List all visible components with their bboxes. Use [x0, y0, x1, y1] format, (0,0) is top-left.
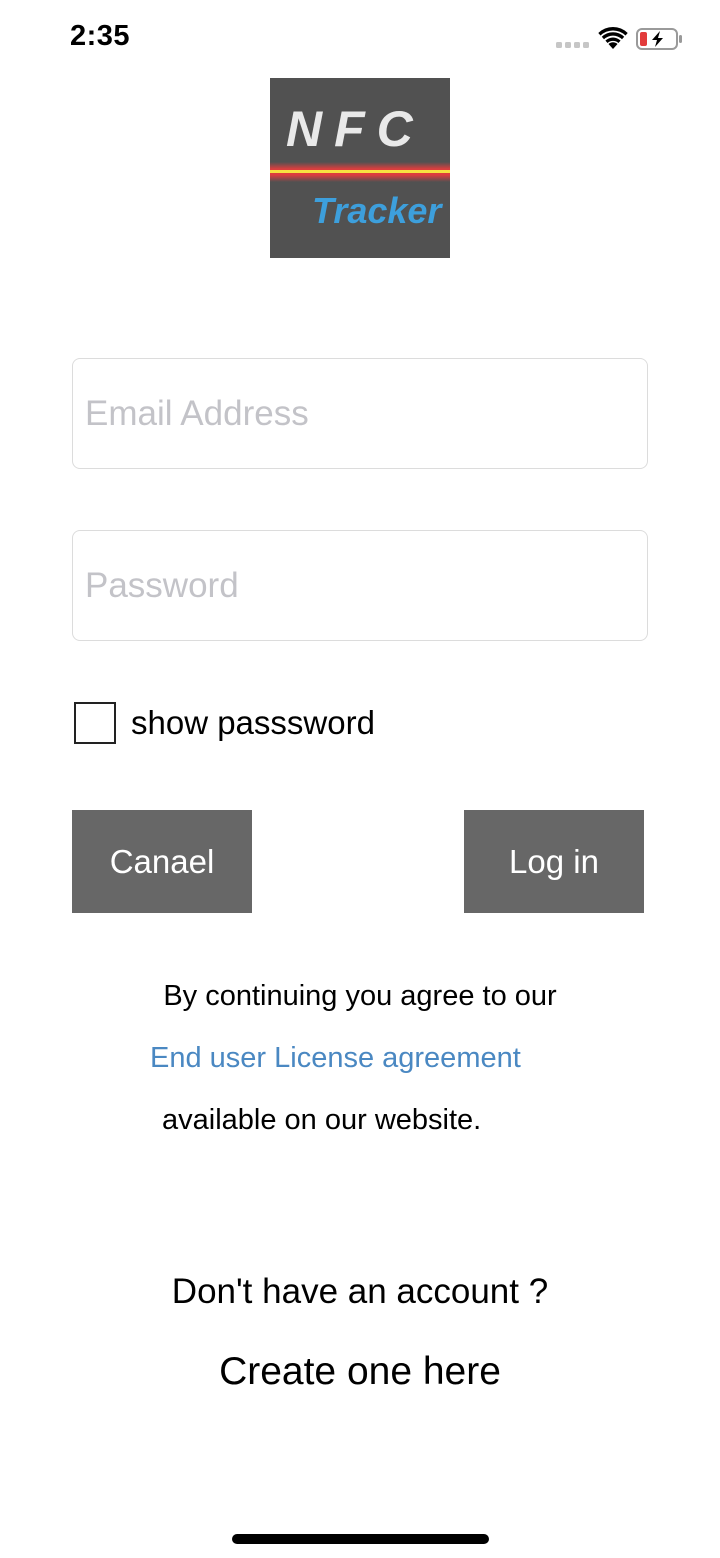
- create-account-link[interactable]: Create one here: [0, 1350, 720, 1394]
- logo-laser-line: [270, 170, 450, 173]
- wifi-icon: [598, 26, 628, 49]
- status-time: 2:35: [70, 20, 131, 52]
- agreement-outro-text: available on our website.: [162, 1104, 482, 1136]
- cancel-button[interactable]: Canael: [72, 810, 252, 913]
- eula-link[interactable]: End user License agreement: [150, 1042, 521, 1075]
- logo-nfc-text: NFC: [286, 101, 425, 157]
- app-logo: NFC Tracker: [270, 78, 450, 258]
- logo-tracker-text: Tracker: [312, 190, 442, 231]
- password-field[interactable]: [73, 531, 647, 640]
- cellular-signal-icon: [556, 42, 589, 48]
- password-field-container: [72, 530, 648, 641]
- show-password-checkbox[interactable]: [74, 702, 116, 744]
- show-password-label: show passsword: [131, 704, 375, 741]
- login-button[interactable]: Log in: [464, 810, 644, 913]
- agreement-intro-text: By continuing you agree to our: [163, 980, 557, 1012]
- home-indicator[interactable]: [232, 1534, 489, 1544]
- battery-charging-icon: [636, 28, 682, 50]
- email-field[interactable]: [73, 359, 647, 468]
- email-field-container: [72, 358, 648, 469]
- no-account-prompt: Don't have an account ?: [171, 1272, 549, 1311]
